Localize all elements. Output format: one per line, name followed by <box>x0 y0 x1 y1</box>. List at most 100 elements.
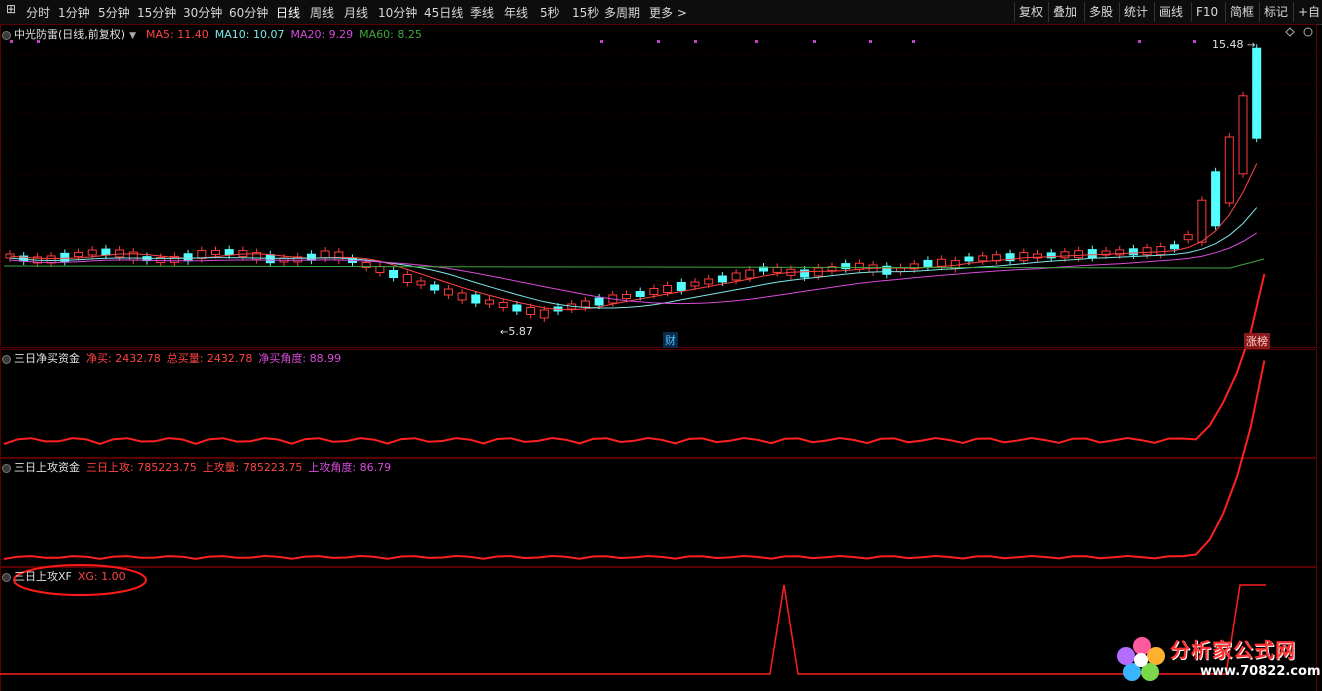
candle-body <box>1156 246 1166 256</box>
candle-body <box>854 262 864 270</box>
candle-body <box>1074 250 1084 259</box>
candle-body <box>978 255 988 262</box>
marker-dot <box>755 40 758 43</box>
candle-body <box>1197 199 1207 243</box>
candle-body <box>937 258 947 267</box>
toolbar-button-3[interactable]: 统计 <box>1119 2 1152 22</box>
toolbar-button-2[interactable]: 多股 <box>1084 2 1117 22</box>
period-10[interactable]: 45日线 <box>424 4 463 21</box>
candle-body <box>772 266 782 273</box>
candle-body <box>1142 247 1152 256</box>
period-15[interactable]: 多周期 <box>604 4 640 21</box>
collapse-circle-icon[interactable] <box>2 572 11 582</box>
collapse-circle-icon[interactable] <box>2 354 11 364</box>
candle-body <box>512 304 522 312</box>
grid-menu-icon[interactable]: ⊞ <box>6 2 16 16</box>
candle-body <box>46 255 56 264</box>
logo-text: 分析家公式网 <box>1170 638 1296 662</box>
panel3-title: 三日上攻资金 <box>14 461 80 474</box>
period-4[interactable]: 30分钟 <box>183 4 222 21</box>
period-8[interactable]: 月线 <box>344 4 368 21</box>
indicator-value: MA20: 9.29 <box>290 28 354 41</box>
candle-body <box>430 284 440 291</box>
candle-body <box>526 307 536 315</box>
candle-body <box>580 300 590 308</box>
candle-body <box>704 278 714 285</box>
candle-body <box>457 292 467 301</box>
panel3-header: 三日上攻资金 三日上攻: 785223.75 上攻量: 785223.75 上攻角度:… <box>2 459 391 475</box>
period-9[interactable]: 10分钟 <box>378 4 417 21</box>
indicator-value: MA60: 8.25 <box>359 28 422 41</box>
period-5[interactable]: 60分钟 <box>229 4 268 21</box>
period-14[interactable]: 15秒 <box>572 4 599 21</box>
period-1[interactable]: 1分钟 <box>58 4 90 21</box>
main-panel-header: 中光防雷(日线,前复权) ▼ MA5: 11.40 MA10: 10.07 MA20: … <box>2 26 422 42</box>
candle-body <box>334 251 344 261</box>
panel4-title: 三日上攻XF <box>14 570 72 583</box>
candle-body <box>1087 249 1097 259</box>
candle-body <box>389 270 399 278</box>
logo-url[interactable]: www.70822.com <box>1200 664 1321 679</box>
candle-body <box>635 291 645 297</box>
toolbar-button-6[interactable]: 简框 <box>1225 2 1258 22</box>
marker-dot <box>813 40 816 43</box>
marker-dot <box>600 40 603 43</box>
finance-marker[interactable]: 财 <box>663 332 678 348</box>
marker-dot <box>657 40 660 43</box>
dropdown-arrow-icon[interactable]: ▼ <box>129 31 136 41</box>
toolbar-button-5[interactable]: F10 <box>1191 2 1222 22</box>
ma5-line <box>9 163 1258 311</box>
candle-body <box>717 275 727 283</box>
stock-name: 中光防雷(日线,前复权) <box>14 28 126 41</box>
candle-body <box>745 269 755 279</box>
candle-body <box>485 299 494 305</box>
toolbar-button-8[interactable]: +自 <box>1293 2 1322 22</box>
candle-body <box>731 272 741 281</box>
marker-dot <box>694 40 697 43</box>
period-3[interactable]: 15分钟 <box>137 4 176 21</box>
toolbar-button-1[interactable]: 叠加 <box>1048 2 1081 22</box>
period-16[interactable]: 更多 > <box>649 4 687 21</box>
candle-body <box>416 280 426 286</box>
candle-body <box>443 288 453 296</box>
period-6[interactable]: 日线 <box>276 4 300 21</box>
panel2-header: 三日净买资金 净买: 2432.78 总买量: 2432.78 净买角度: 88.99 <box>2 350 341 366</box>
collapse-circle-icon[interactable] <box>2 30 11 40</box>
period-13[interactable]: 5秒 <box>540 4 560 21</box>
candle-body <box>320 250 330 259</box>
collapse-circle-icon[interactable] <box>2 463 11 473</box>
indicator-value: MA10: 10.07 <box>214 28 285 41</box>
xg-signal-line <box>0 584 1266 675</box>
period-7[interactable]: 周线 <box>310 4 334 21</box>
period-11[interactable]: 季线 <box>470 4 494 21</box>
candle-body <box>594 297 604 306</box>
indicator-value: 上攻量: 785223.75 <box>202 461 303 474</box>
candle-body <box>306 253 316 261</box>
period-2[interactable]: 5分钟 <box>98 4 130 21</box>
candle-body <box>1252 47 1262 139</box>
candle-body <box>1183 234 1193 241</box>
indicator-value: 总买量: 2432.78 <box>166 352 253 365</box>
indicator-value: MA5: 11.40 <box>146 28 209 41</box>
panel2-title: 三日净买资金 <box>14 352 80 365</box>
period-12[interactable]: 年线 <box>504 4 528 21</box>
settings-circle-icon <box>1303 27 1313 37</box>
indicator-value: 上攻角度: 86.79 <box>308 461 392 474</box>
candle-body <box>1060 251 1070 259</box>
candle-body <box>224 249 234 256</box>
ma20-line <box>9 232 1257 305</box>
candle-body <box>183 253 193 262</box>
toolbar-button-0[interactable]: 复权 <box>1014 2 1047 22</box>
period-0[interactable]: 分时 <box>26 4 50 21</box>
toolbar-button-4[interactable]: 画线 <box>1154 2 1187 22</box>
panel-border-0 <box>0 24 1317 348</box>
limit-up-marker[interactable]: 涨榜 <box>1244 333 1270 349</box>
marker-dot <box>1138 40 1141 43</box>
candle-body <box>1224 136 1234 204</box>
period-toolbar: 分时 1分钟 5分钟 15分钟 30分钟 60分钟 日线 周线 月线 10分钟 45日线 季线 年线 5秒… <box>0 0 1322 25</box>
ma10-line <box>9 207 1258 309</box>
candle-body <box>498 302 508 308</box>
diamond-icon <box>1285 27 1295 37</box>
candle-body <box>402 274 412 283</box>
toolbar-button-7[interactable]: 标记 <box>1259 2 1292 22</box>
